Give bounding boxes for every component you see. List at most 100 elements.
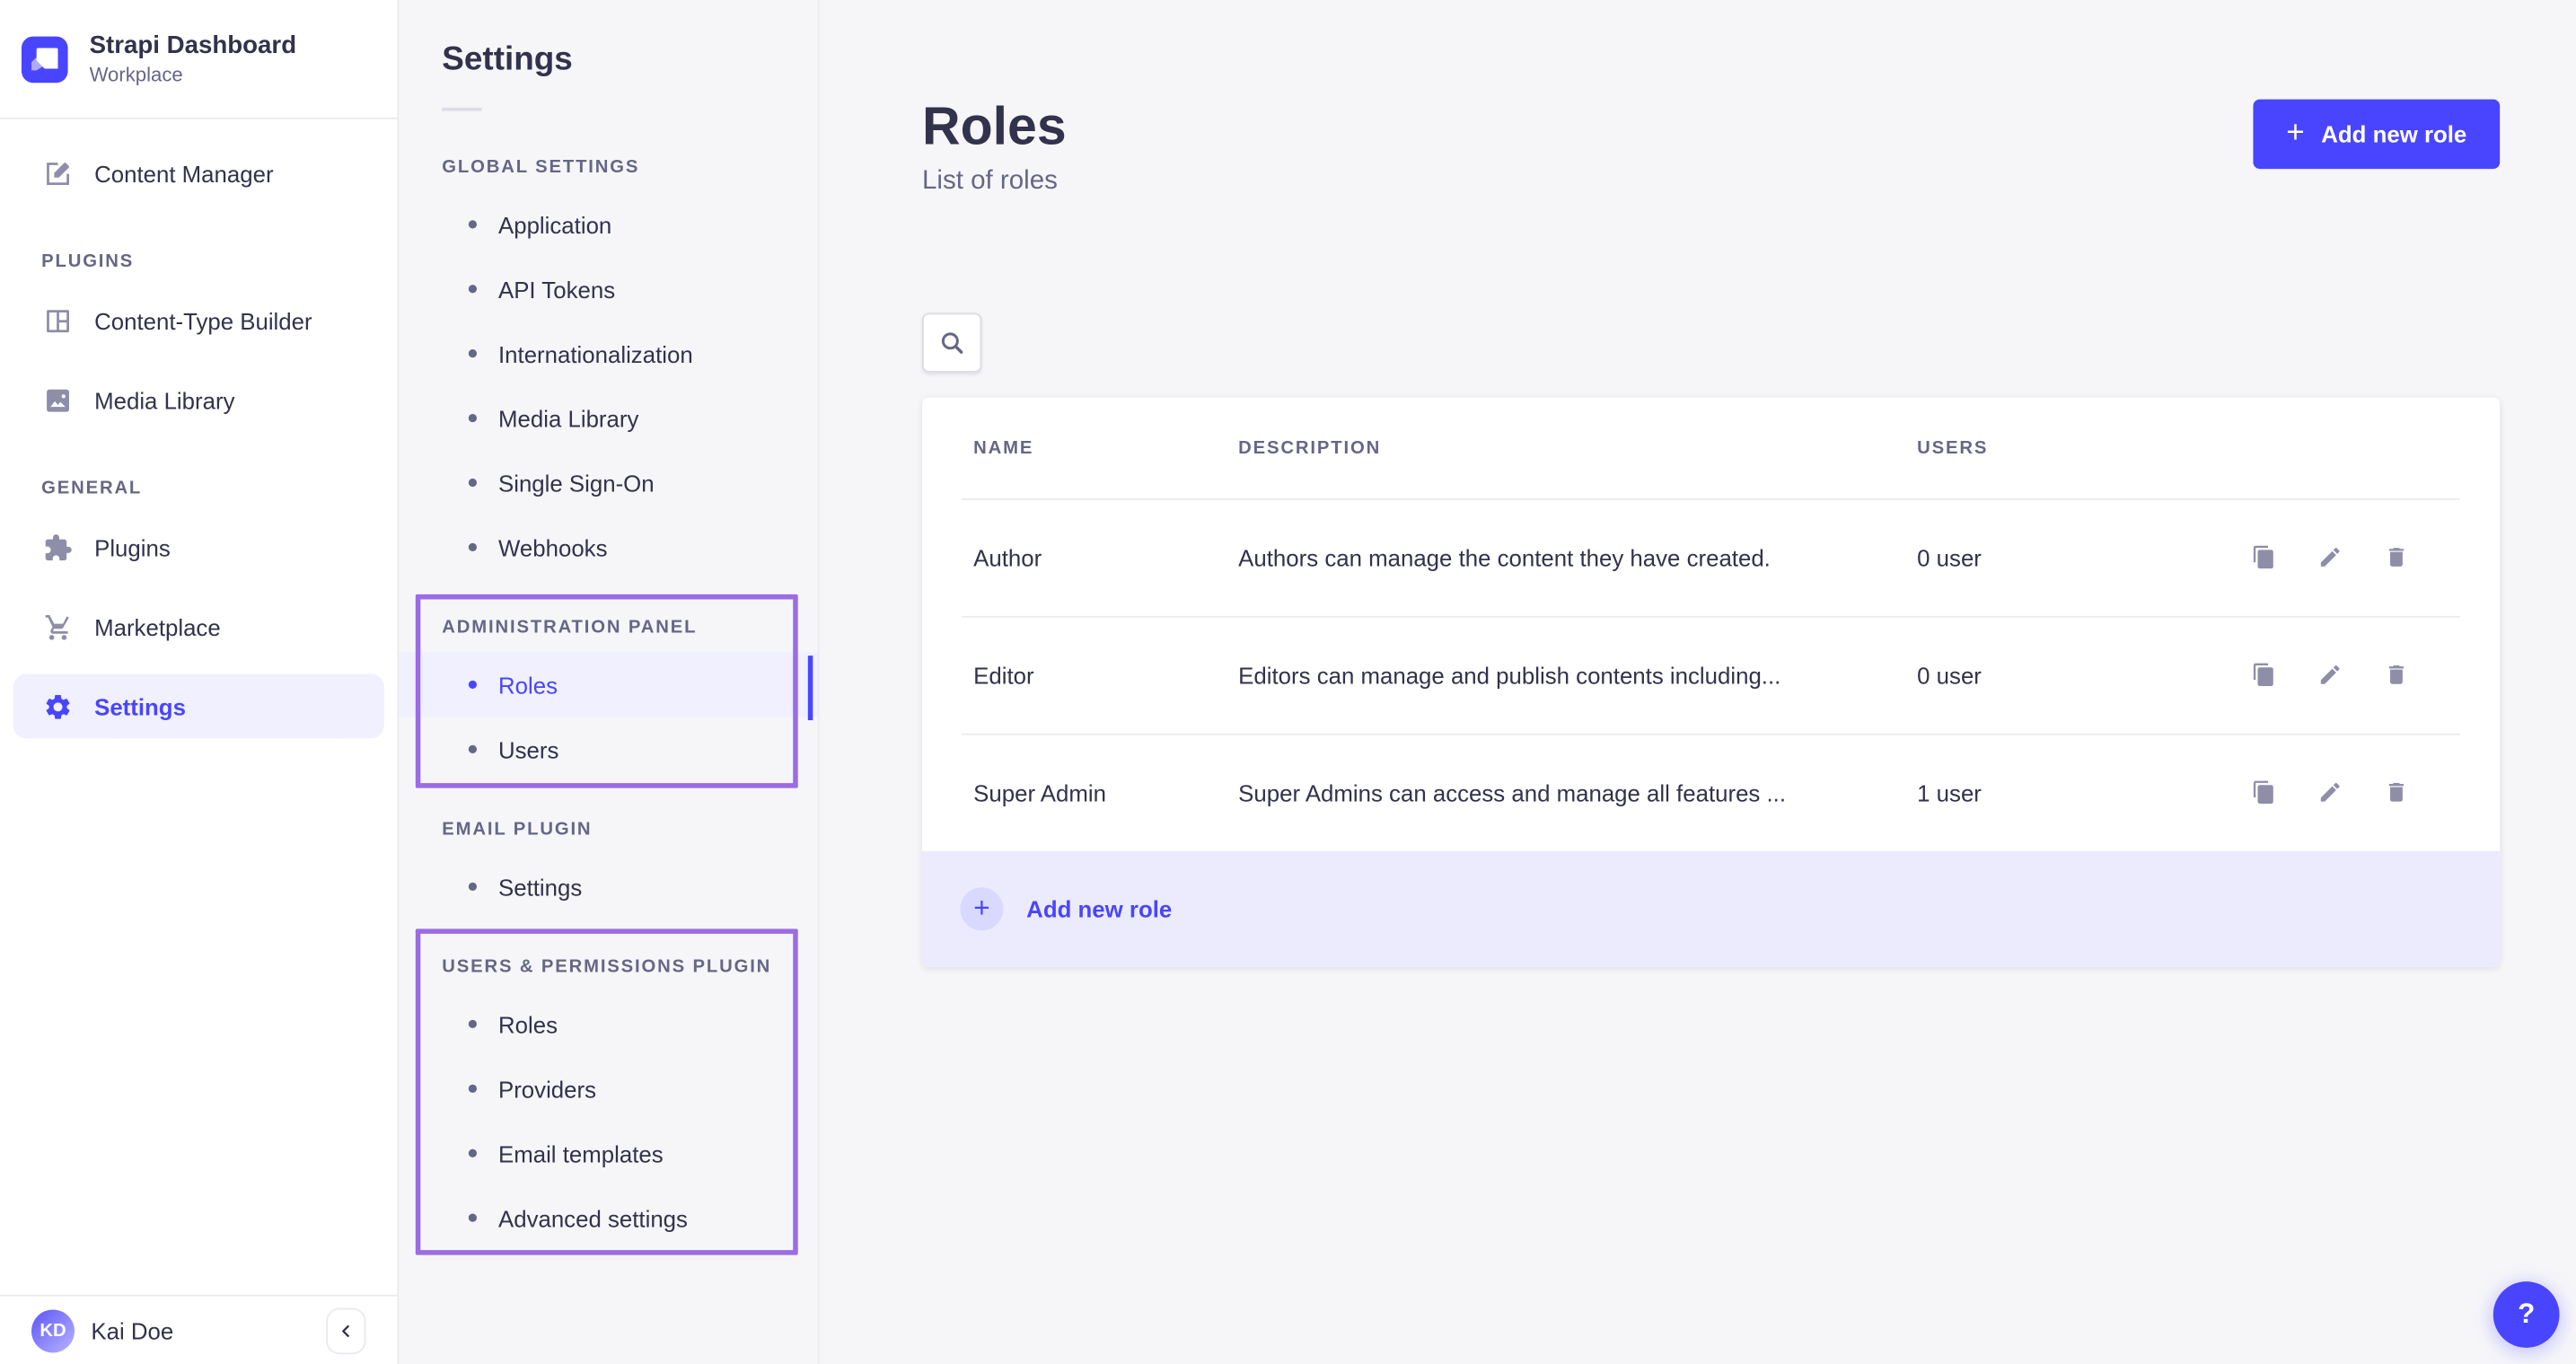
puzzle-icon [43,532,73,562]
trash-icon [2384,663,2409,688]
sidebar-item-label: Plugins [94,534,171,561]
subnav-section-email-plugin: EMAIL PLUGIN [442,816,818,843]
subnav-item-up-roles[interactable]: Roles [399,991,817,1056]
subnav-item-label: Application [498,211,611,238]
brand-text: Strapi Dashboard Workplace [90,31,297,87]
duplicate-icon [2252,545,2277,570]
sidebar-item-label: Content-Type Builder [94,307,312,334]
duplicate-role-button[interactable] [2252,545,2279,572]
subnav-item-api-tokens[interactable]: API Tokens [399,257,817,321]
bullet-icon [469,543,477,551]
sidebar-section-plugins: PLUGINS [41,249,397,276]
subnav-item-label: Single Sign-On [498,470,655,497]
add-new-role-button[interactable]: + Add new role [2253,100,2500,169]
role-name: Super Admin [973,779,1238,806]
bullet-icon [469,1214,477,1222]
subnav-item-media-library[interactable]: Media Library [399,386,817,451]
bullet-icon [469,1020,477,1028]
user-avatar[interactable]: KD [31,1309,75,1352]
sidebar-item-content-type-builder[interactable]: Content-Type Builder [13,288,384,353]
table-row-super-admin[interactable]: Super Admin Super Admins can access and … [922,735,2500,851]
add-new-role-row-label: Add new role [1026,896,1172,923]
role-users-count: 0 user [1917,545,2248,572]
user-name[interactable]: Kai Doe [91,1317,309,1344]
bullet-icon [469,1085,477,1093]
trash-icon [2384,545,2409,570]
role-name: Author [973,545,1238,572]
role-description: Editors can manage and publish contents … [1238,663,1917,690]
subnav-item-label: Internationalization [498,340,693,367]
bullet-icon [469,1149,477,1157]
sidebar-item-media-library[interactable]: Media Library [13,367,384,432]
bullet-icon [469,349,477,357]
add-new-role-row[interactable]: + Add new role [922,851,2500,967]
sidebar-item-plugins[interactable]: Plugins [13,515,384,579]
role-name: Editor [973,663,1238,690]
workspace-brand: Strapi Dashboard Workplace [0,0,398,119]
subnav-item-label: Providers [498,1076,596,1103]
duplicate-role-button[interactable] [2252,779,2279,806]
subnav-item-label: Advanced settings [498,1204,688,1231]
subnav-item-up-providers[interactable]: Providers [399,1056,817,1121]
subnav-item-application[interactable]: Application [399,192,817,257]
subnav-item-label: Roles [498,672,558,699]
delete-role-button[interactable] [2384,663,2411,690]
subnav-item-up-advanced-settings[interactable]: Advanced settings [399,1185,817,1250]
subnav-item-webhooks[interactable]: Webhooks [399,515,817,579]
bullet-icon [469,479,477,487]
collapse-sidebar-button[interactable] [326,1307,365,1354]
settings-subnav: Settings GLOBAL SETTINGS Application API… [399,0,819,1364]
sidebar-item-settings[interactable]: Settings [13,673,384,738]
sidebar-footer: KD Kai Doe [0,1295,398,1364]
subnav-item-email-settings[interactable]: Settings [399,854,817,919]
subnav-item-label: Users [498,736,558,763]
subnav-section-administration-panel: ADMINISTRATION PANEL [442,614,818,641]
edit-role-button[interactable] [2317,663,2344,690]
pencil-icon [2317,663,2343,688]
subnav-item-admin-roles[interactable]: Roles [399,652,817,717]
brand-workspace: Workplace [90,62,297,87]
subnav-item-up-email-templates[interactable]: Email templates [399,1121,817,1185]
bullet-icon [469,681,477,689]
sidebar-item-marketplace[interactable]: Marketplace [13,594,384,659]
plus-circle-icon: + [960,887,1003,930]
subnav-item-internationalization[interactable]: Internationalization [399,321,817,386]
sidebar-section-general: GENERAL [41,475,397,502]
table-row-author[interactable]: Author Authors can manage the content th… [922,500,2500,616]
chevron-left-icon [338,1322,354,1338]
sidebar-item-content-manager[interactable]: Content Manager [13,141,384,206]
subnav-item-single-sign-on[interactable]: Single Sign-On [399,451,817,515]
cart-icon [43,612,73,641]
subnav-item-label: Email templates [498,1140,664,1166]
pencil-icon [2317,545,2343,570]
subnav-item-admin-users[interactable]: Users [399,717,817,781]
table-row-editor[interactable]: Editor Editors can manage and publish co… [922,618,2500,734]
bullet-icon [469,414,477,422]
bullet-icon [469,883,477,891]
add-new-role-button-label: Add new role [2321,121,2466,148]
subnav-item-label: Webhooks [498,534,608,561]
delete-role-button[interactable] [2384,779,2411,806]
strapi-admin-app: Strapi Dashboard Workplace Content Manag… [0,0,2576,1364]
table-header-row: NAME DESCRIPTION USERS [922,398,2500,498]
main-sidebar: Strapi Dashboard Workplace Content Manag… [0,0,399,1364]
help-button[interactable]: ? [2493,1281,2560,1348]
sidebar-item-label: Marketplace [94,613,221,640]
search-button[interactable] [922,312,981,372]
column-header-description: DESCRIPTION [1238,438,1917,458]
strapi-logo-icon [22,36,68,83]
bullet-icon [469,745,477,753]
pencil-icon [2317,779,2343,805]
sidebar-item-label: Settings [94,693,186,720]
subnav-item-label: Settings [498,874,582,901]
duplicate-icon [2252,779,2277,805]
role-description: Super Admins can access and manage all f… [1238,779,1917,806]
role-users-count: 0 user [1917,663,2248,690]
sidebar-nav: Content Manager PLUGINS Content-Type Bui… [0,119,398,1295]
subnav-section-users-permissions-plugin: USERS & PERMISSIONS PLUGIN [442,954,818,981]
edit-role-button[interactable] [2317,779,2344,806]
subnav-item-label: Roles [498,1011,558,1038]
duplicate-role-button[interactable] [2252,663,2279,690]
edit-role-button[interactable] [2317,545,2344,572]
delete-role-button[interactable] [2384,545,2411,572]
